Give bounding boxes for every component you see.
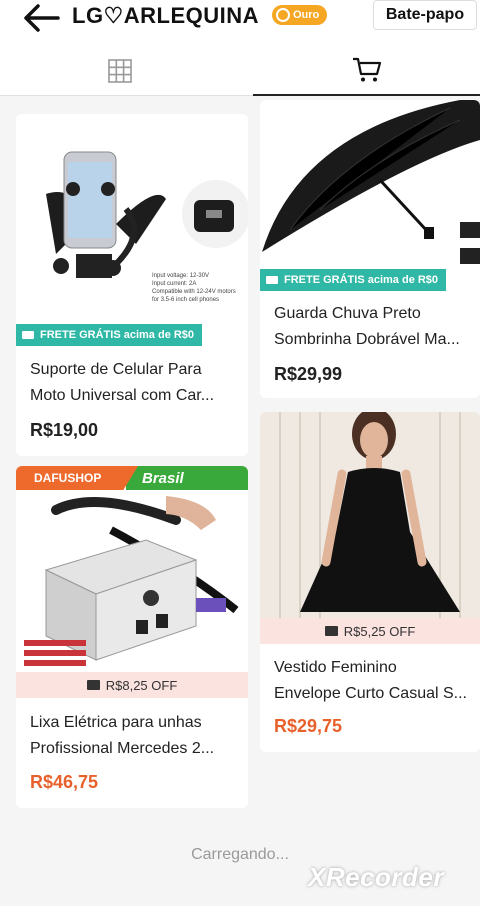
free-shipping-tag: FRETE GRÁTIS acima de R$0 <box>260 269 447 291</box>
product-price: R$19,00 <box>30 420 99 440</box>
shop-header: LG♡ARLEQUINA Ouro Bate-papo <box>0 0 480 46</box>
ticket-icon <box>86 680 100 690</box>
product-title: Vestido Feminino Envelope Curto Casual S… <box>274 659 467 702</box>
ticket-icon <box>324 626 338 636</box>
tab-products[interactable] <box>253 46 480 96</box>
banner-shop-name: DAFUSHOP <box>16 466 138 490</box>
product-title: Lixa Elétrica para unhas Profissional Me… <box>30 714 215 757</box>
product-image-nail-drill <box>16 490 248 676</box>
free-shipping-tag: FRETE GRÁTIS acima de R$0 <box>16 324 203 346</box>
grid-icon <box>108 59 132 83</box>
gold-seller-badge: Ouro <box>272 5 328 25</box>
discount-tag: R$5,25 OFF <box>260 618 480 644</box>
shop-name: LG♡ARLEQUINA <box>72 3 260 28</box>
truck-icon <box>22 331 34 339</box>
product-price: R$29,99 <box>274 364 343 384</box>
product-card[interactable]: R$5,25 OFF Vestido Feminino Envelope Cur… <box>260 412 480 752</box>
discount-tag: R$8,25 OFF <box>16 672 248 698</box>
product-title: Guarda Chuva Preto Sombrinha Dobrável Ma… <box>274 305 460 348</box>
shop-banner: DAFUSHOP Brasil <box>16 466 248 490</box>
badge-label: Ouro <box>293 9 320 21</box>
back-arrow-icon[interactable] <box>22 4 60 32</box>
product-image-umbrella <box>260 100 480 268</box>
product-image-black-dress <box>260 412 480 618</box>
truck-icon <box>266 276 278 284</box>
image-spec-text: Input voltage: 12-30V Input current: 2A … <box>152 273 236 303</box>
product-title: Suporte de Celular Para Moto Universal c… <box>30 361 215 404</box>
medal-icon <box>276 8 290 22</box>
recorder-watermark: XRecorder <box>308 862 444 892</box>
product-price: R$29,75 <box>274 716 343 736</box>
tab-grid[interactable] <box>0 46 240 96</box>
view-tabs <box>0 46 480 96</box>
product-card[interactable]: FRETE GRÁTIS acima de R$0 Guarda Chuva P… <box>260 100 480 398</box>
banner-country: Brasil <box>126 466 248 490</box>
product-card[interactable]: Input voltage: 12-30V Input current: 2A … <box>16 114 248 456</box>
cart-icon <box>352 57 381 82</box>
product-price: R$46,75 <box>30 772 99 792</box>
product-card[interactable]: DAFUSHOP Brasil R$8,25 OFF Lixa Elétrica… <box>16 466 248 808</box>
chat-button[interactable]: Bate-papo <box>373 0 477 30</box>
